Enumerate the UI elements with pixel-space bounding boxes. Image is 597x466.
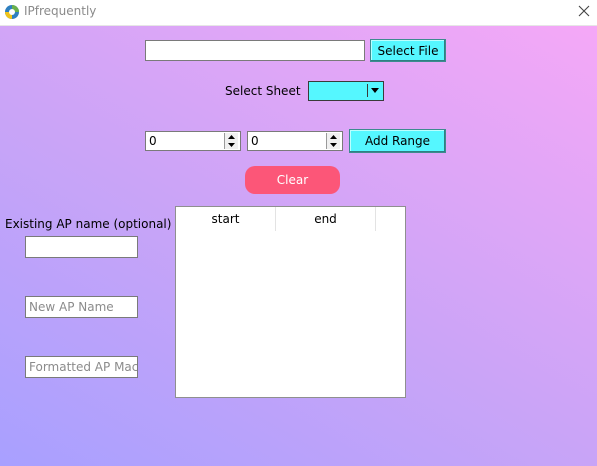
app-logo-icon [4, 4, 20, 20]
existing-ap-label: Existing AP name (optional) [5, 217, 172, 231]
sheet-dropdown[interactable] [308, 81, 384, 101]
range-start-value: 0 [149, 134, 157, 148]
column-header-end[interactable]: end [276, 207, 376, 231]
range-start-stepper[interactable] [224, 133, 239, 149]
file-path-input[interactable] [145, 40, 365, 61]
range-end-stepper[interactable] [326, 133, 341, 149]
spin-down-icon[interactable] [225, 141, 238, 149]
close-button[interactable] [571, 0, 597, 25]
range-table[interactable]: start end [175, 206, 406, 398]
range-start-spinbox[interactable]: 0 [145, 131, 241, 151]
select-sheet-label: Select Sheet [225, 84, 301, 98]
select-file-button[interactable]: Select File [370, 39, 446, 62]
new-ap-name-input[interactable]: New AP Name [25, 296, 138, 318]
title-bar: IPfrequently [0, 0, 597, 26]
spin-down-icon[interactable] [327, 141, 340, 149]
close-icon [578, 5, 590, 20]
ap-mac-input[interactable]: Formatted AP Mac [25, 356, 138, 378]
range-end-value: 0 [251, 134, 259, 148]
clear-button[interactable]: Clear [245, 166, 340, 194]
existing-ap-input[interactable] [25, 236, 138, 258]
range-end-spinbox[interactable]: 0 [247, 131, 343, 151]
window-title: IPfrequently [24, 4, 97, 18]
column-header-start[interactable]: start [176, 207, 276, 231]
main-panel: Select File Select Sheet 0 0 Add Range C… [0, 26, 597, 466]
add-range-button[interactable]: Add Range [349, 129, 446, 153]
chevron-down-icon[interactable] [367, 84, 381, 97]
